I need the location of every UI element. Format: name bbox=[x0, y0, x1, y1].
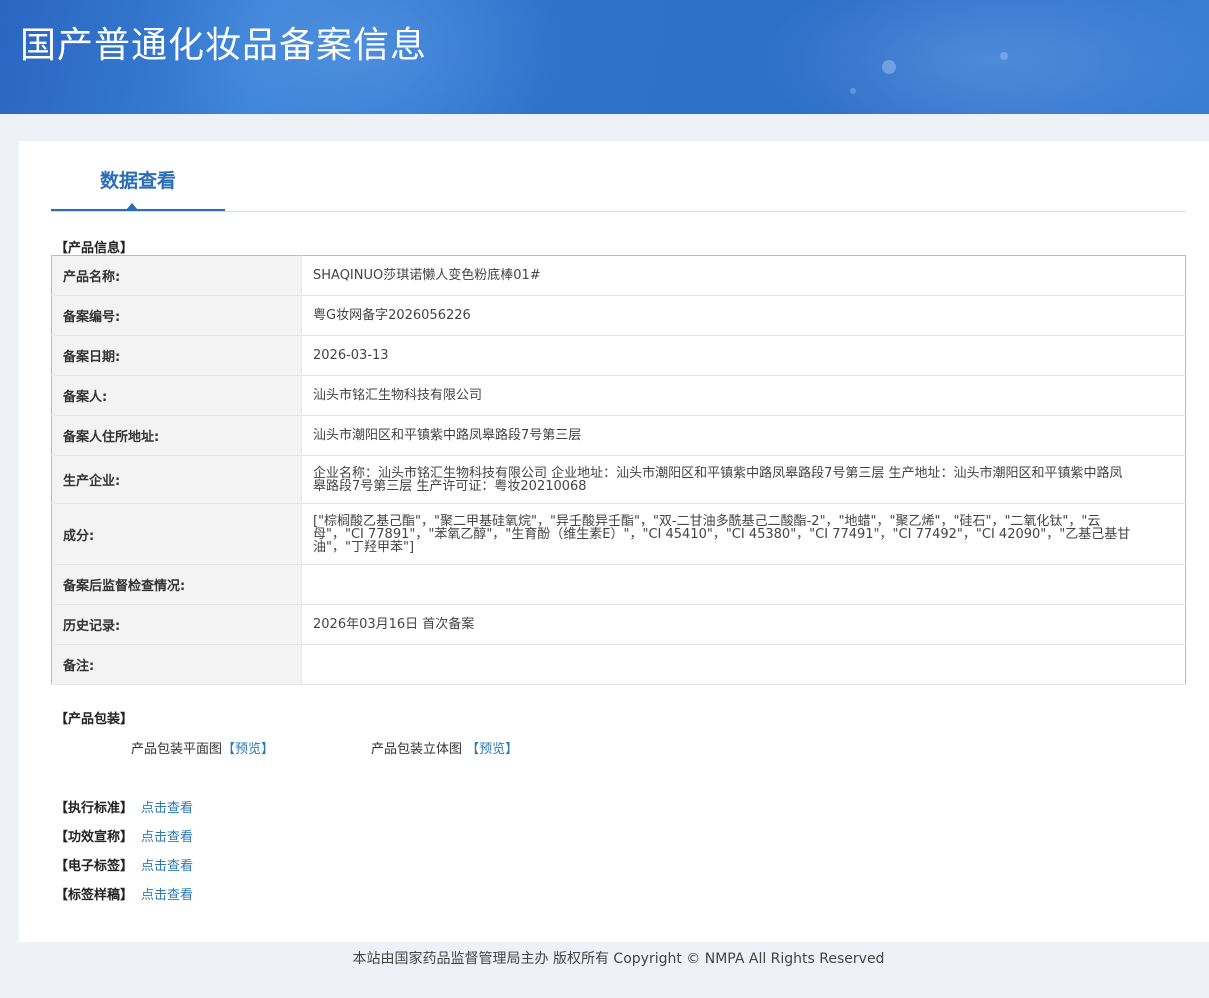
row-value bbox=[301, 644, 1186, 685]
label-draft-link[interactable]: 点击查看 bbox=[141, 888, 193, 903]
label-draft-label: 【标签样稿】 bbox=[55, 888, 134, 903]
banner-dot bbox=[882, 60, 896, 74]
row-label: 备案编号: bbox=[51, 295, 302, 336]
table-row: 备注: bbox=[51, 644, 1186, 685]
row-label: 备案人住所地址: bbox=[51, 415, 302, 456]
header-banner: 国产普通化妆品备案信息 bbox=[0, 0, 1209, 114]
execution-standard-row: 【执行标准】 点击查看 bbox=[55, 797, 193, 816]
page-title: 国产普通化妆品备案信息 bbox=[20, 25, 428, 66]
packaging-flat-preview-link[interactable]: 【预览】 bbox=[222, 742, 274, 757]
banner-dot bbox=[850, 88, 856, 94]
execution-standard-label: 【执行标准】 bbox=[55, 801, 134, 816]
efficacy-claim-row: 【功效宣称】 点击查看 bbox=[55, 826, 193, 845]
electronic-label-label: 【电子标签】 bbox=[55, 859, 134, 874]
row-label: 备案日期: bbox=[51, 335, 302, 376]
row-label: 备案后监督检查情况: bbox=[51, 564, 302, 605]
table-row: 备案编号: 粤G妆网备字2026056226 bbox=[51, 295, 1186, 336]
row-value: 企业名称：汕头市铭汇生物科技有限公司 企业地址：汕头市潮阳区和平镇紫中路凤皋路段… bbox=[301, 455, 1186, 504]
electronic-label-row: 【电子标签】 点击查看 bbox=[55, 855, 193, 874]
row-value: ["棕榈酸乙基己酯"，"聚二甲基硅氧烷"，"异壬酸异壬酯"，"双-二甘油多酰基己… bbox=[301, 503, 1186, 565]
row-label: 生产企业: bbox=[51, 455, 302, 504]
label-draft-row: 【标签样稿】 点击查看 bbox=[55, 884, 193, 903]
packaging-heading: 【产品包装】 bbox=[55, 712, 134, 727]
table-row: 成分: ["棕榈酸乙基己酯"，"聚二甲基硅氧烷"，"异壬酸异壬酯"，"双-二甘油… bbox=[51, 503, 1186, 565]
tab-label: 数据查看 bbox=[99, 170, 176, 192]
tab-bar: 数据查看 bbox=[51, 141, 1186, 212]
packaging-flat-item: 产品包装平面图【预览】 bbox=[131, 738, 274, 757]
table-row: 备案日期: 2026-03-13 bbox=[51, 335, 1186, 376]
row-value: 2026年03月16日 首次备案 bbox=[301, 604, 1186, 645]
table-row: 备案人: 汕头市铭汇生物科技有限公司 bbox=[51, 375, 1186, 416]
table-row: 备案人住所地址: 汕头市潮阳区和平镇紫中路凤皋路段7号第三层 bbox=[51, 415, 1186, 456]
row-value bbox=[301, 564, 1186, 605]
packaging-flat-label: 产品包装平面图 bbox=[131, 742, 223, 757]
product-info-heading: 【产品信息】 bbox=[55, 241, 134, 256]
row-label: 产品名称: bbox=[51, 255, 302, 296]
tab-data-view[interactable]: 数据查看 bbox=[51, 141, 225, 211]
banner-dot bbox=[1000, 52, 1008, 60]
row-label: 备案人: bbox=[51, 375, 302, 416]
execution-standard-link[interactable]: 点击查看 bbox=[141, 801, 193, 816]
electronic-label-link[interactable]: 点击查看 bbox=[141, 859, 193, 874]
packaging-3d-label: 产品包装立体图 bbox=[371, 742, 463, 757]
row-label: 成分: bbox=[51, 503, 302, 565]
table-row: 生产企业: 企业名称：汕头市铭汇生物科技有限公司 企业地址：汕头市潮阳区和平镇紫… bbox=[51, 455, 1186, 504]
table-row: 历史记录: 2026年03月16日 首次备案 bbox=[51, 604, 1186, 645]
packaging-3d-preview-link[interactable]: 【预览】 bbox=[466, 742, 518, 757]
efficacy-claim-label: 【功效宣称】 bbox=[55, 830, 134, 845]
table-row: 备案后监督检查情况: bbox=[51, 564, 1186, 605]
row-value: 粤G妆网备字2026056226 bbox=[301, 295, 1186, 336]
packaging-3d-item: 产品包装立体图 【预览】 bbox=[371, 738, 518, 757]
footer-copyright: 本站由国家药品监督管理局主办 版权所有 Copyright © NMPA All… bbox=[352, 951, 885, 967]
product-info-table: 产品名称: SHAQINUO莎琪诺懒人变色粉底棒01# 备案编号: 粤G妆网备字… bbox=[51, 255, 1186, 685]
content-panel: 数据查看 【产品信息】 产品名称: SHAQINUO莎琪诺懒人变色粉底棒01# … bbox=[19, 141, 1209, 942]
row-value: SHAQINUO莎琪诺懒人变色粉底棒01# bbox=[301, 255, 1186, 296]
table-row: 产品名称: SHAQINUO莎琪诺懒人变色粉底棒01# bbox=[51, 255, 1186, 296]
efficacy-claim-link[interactable]: 点击查看 bbox=[141, 830, 193, 845]
banner-decoration bbox=[760, 0, 1209, 114]
tab-active-indicator bbox=[126, 203, 138, 210]
row-label: 备注: bbox=[51, 644, 302, 685]
row-label: 历史记录: bbox=[51, 604, 302, 645]
row-value: 汕头市潮阳区和平镇紫中路凤皋路段7号第三层 bbox=[301, 415, 1186, 456]
row-value: 汕头市铭汇生物科技有限公司 bbox=[301, 375, 1186, 416]
row-value: 2026-03-13 bbox=[301, 335, 1186, 376]
